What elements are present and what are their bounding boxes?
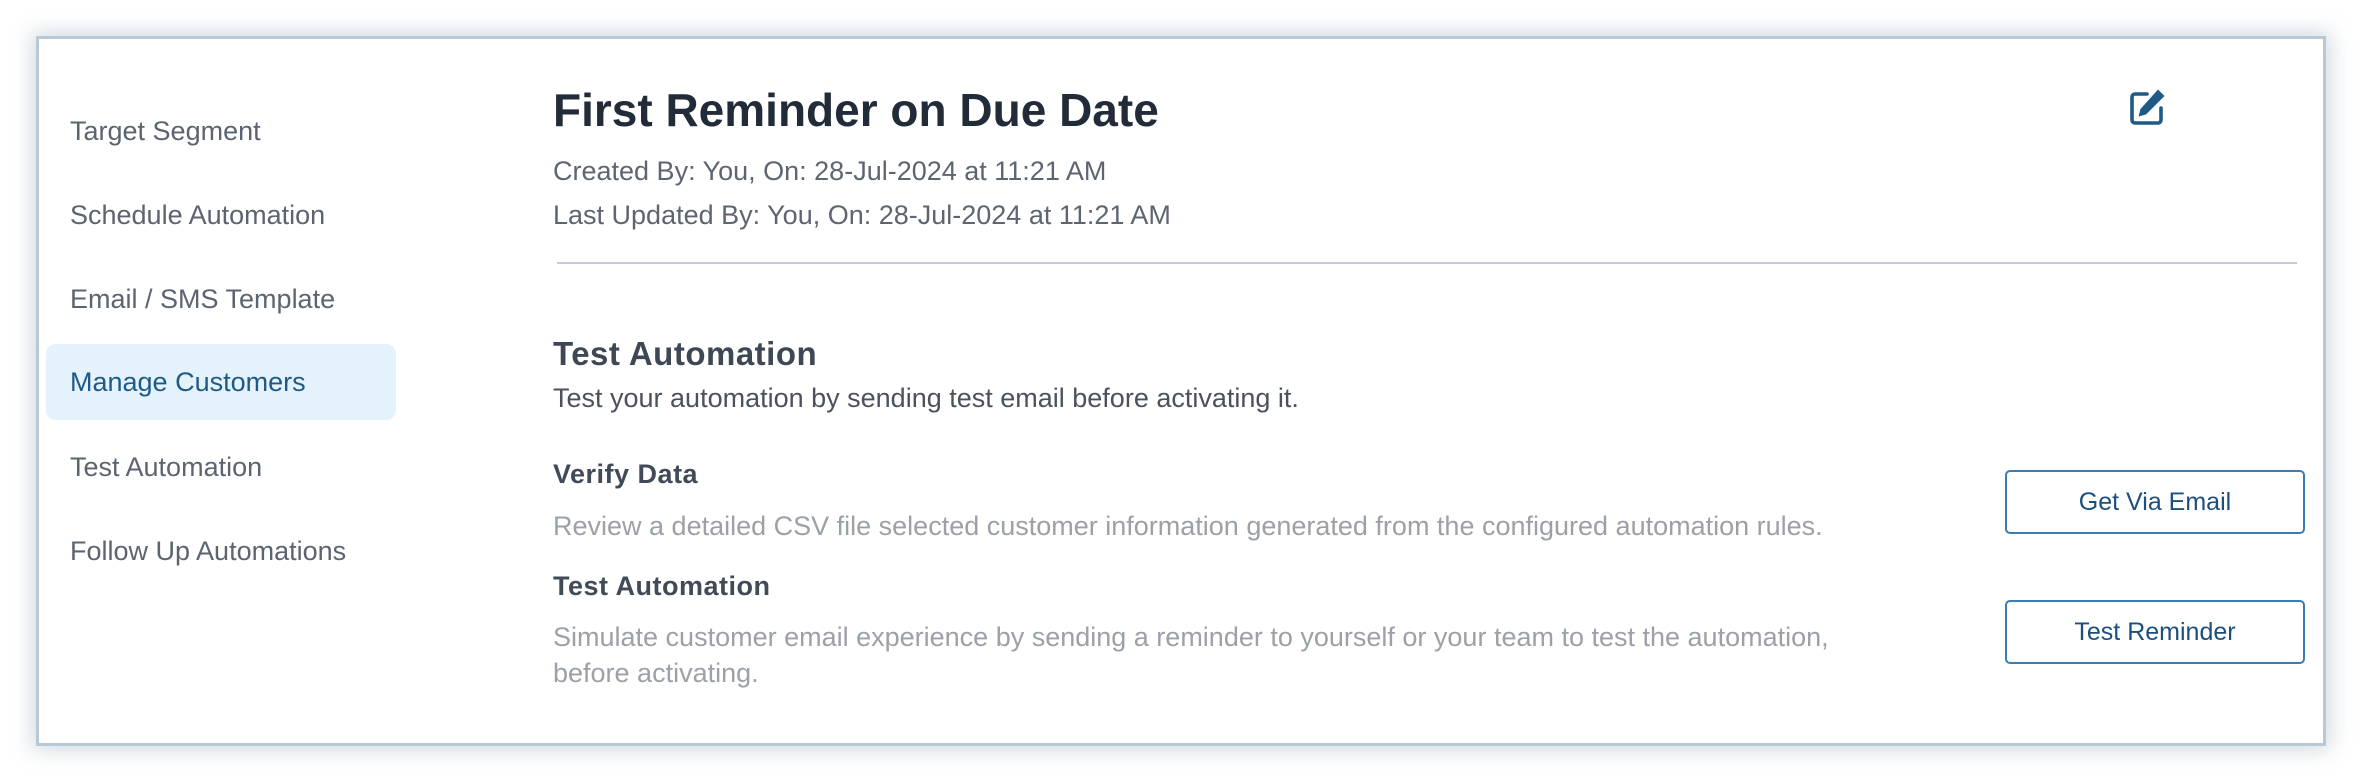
sidebar-item-label: Schedule Automation [70, 199, 326, 230]
created-by-text: Created By: You, On: 28-Jul-2024 at 11:2… [553, 156, 1107, 186]
sidebar-item-manage-customers[interactable]: Manage Customers [46, 344, 396, 420]
last-updated-text: Last Updated By: You, On: 28-Jul-2024 at… [553, 200, 1171, 230]
verify-data-description: Review a detailed CSV file selected cust… [553, 511, 1823, 541]
sidebar-item-label: Target Segment [70, 115, 261, 146]
sidebar-item-label: Test Automation [70, 451, 263, 482]
verify-data-title: Verify Data [553, 459, 699, 489]
sidebar-item-email-sms-template[interactable]: Email / SMS Template [46, 261, 396, 337]
sidebar-item-label: Email / SMS Template [70, 283, 336, 314]
header-divider [557, 262, 2297, 264]
sidebar-item-follow-up-automations[interactable]: Follow Up Automations [46, 513, 396, 589]
sidebar-item-label: Follow Up Automations [70, 535, 347, 566]
automation-panel: Target Segment Schedule Automation Email… [36, 36, 2326, 746]
sidebar-item-test-automation[interactable]: Test Automation [46, 429, 396, 505]
edit-icon [2130, 89, 2165, 125]
get-via-email-button[interactable]: Get Via Email [2005, 470, 2305, 534]
section-title: Test Automation [553, 335, 818, 372]
main-content: First Reminder on Due Date Created By: Y… [553, 39, 2323, 743]
page-title: First Reminder on Due Date [553, 84, 1159, 136]
sidebar-item-schedule-automation[interactable]: Schedule Automation [46, 177, 396, 253]
test-reminder-button[interactable]: Test Reminder [2005, 600, 2305, 664]
sidebar-item-label: Manage Customers [70, 366, 306, 397]
section-description: Test your automation by sending test ema… [553, 383, 1299, 413]
edit-button[interactable] [2127, 87, 2167, 127]
test-automation-title: Test Automation [553, 571, 771, 601]
sidebar-item-target-segment[interactable]: Target Segment [46, 93, 396, 169]
test-automation-description: Simulate customer email experience by se… [553, 622, 1829, 688]
